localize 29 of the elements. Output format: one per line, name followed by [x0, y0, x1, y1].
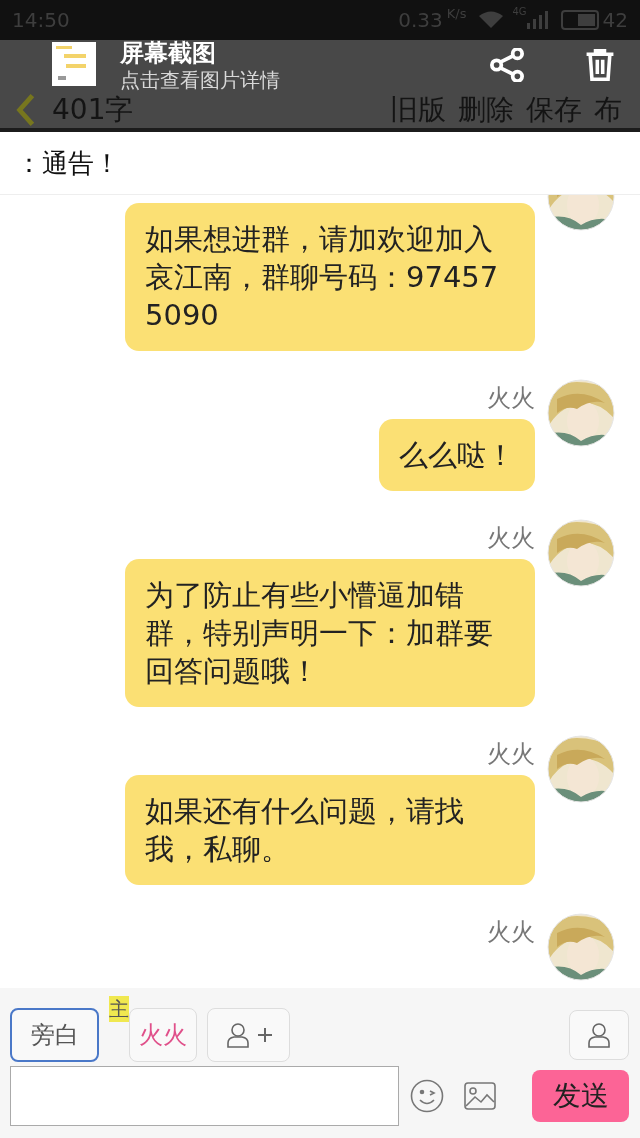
person-icon [587, 1022, 611, 1048]
screenshot-thumbnail [52, 42, 96, 86]
share-icon[interactable] [490, 48, 524, 82]
message-bubble: 如果还有什么问题，请找我，私聊。 [125, 775, 535, 885]
role-tab[interactable]: 旁白 [10, 1008, 99, 1062]
battery-icon [560, 10, 599, 30]
image-icon[interactable] [464, 1082, 496, 1110]
profile-button[interactable] [569, 1010, 629, 1060]
message-bubble: 为了防止有些小懵逼加错群，特别声明一下：加群要回答问题哦！ [125, 559, 535, 707]
owner-badge: 主 [109, 996, 129, 1022]
message-bubble: 如果想进群，请加欢迎加入哀江南，群聊号码：974575090 [125, 203, 535, 351]
sender-name: 火火 [487, 383, 535, 413]
wifi-icon [478, 10, 505, 30]
add-role-button[interactable] [207, 1008, 290, 1062]
plus-icon [257, 1028, 272, 1042]
notice-text: ：通告！ [16, 146, 120, 180]
delete-icon[interactable] [584, 48, 616, 82]
signal-icon [526, 11, 549, 29]
message-input[interactable] [10, 1066, 399, 1126]
emoji-icon[interactable] [410, 1079, 444, 1113]
sender-name: 火火 [487, 917, 535, 947]
notification-title: 屏幕截图 [120, 38, 217, 68]
sender-name: 火火 [487, 523, 535, 553]
message-bubble: 么么哒！ [379, 419, 535, 491]
person-add-icon [225, 1022, 250, 1048]
role-tab[interactable]: 火火 [129, 1008, 197, 1062]
sender-name: 火火 [487, 739, 535, 769]
send-button[interactable]: 发送 [532, 1070, 629, 1122]
notification-subtitle: 点击查看图片详情 [120, 68, 280, 92]
